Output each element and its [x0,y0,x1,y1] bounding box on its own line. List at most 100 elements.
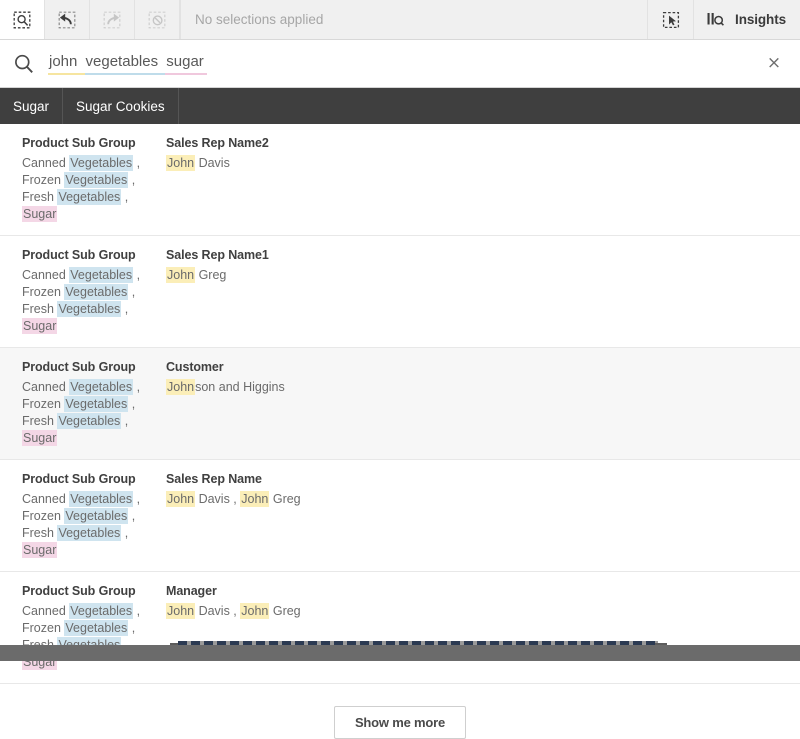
highlighted-term: John [166,379,195,395]
highlighted-term: Sugar [22,430,57,446]
value-text: Frozen [22,509,64,523]
search-input[interactable]: john vegetables sugar [48,53,748,75]
result-row[interactable]: Product Sub GroupCanned Vegetables ,Froz… [0,124,800,236]
value-text: , [121,190,128,204]
result-field: Product Sub Group Canned Vegetables ,Froz… [0,247,166,335]
show-me-more-button[interactable]: Show me more [334,706,466,739]
insights-button[interactable]: Insights [694,0,800,39]
highlighted-term: John [166,267,195,283]
value-text: Canned [22,380,69,394]
highlighted-term: Vegetables [69,491,133,507]
highlighted-term: John [240,603,269,619]
highlighted-term: Vegetables [57,189,121,205]
search-icon-wrap [0,53,48,75]
result-field-values[interactable]: John Greg [166,267,800,284]
result-field: Sales Rep Name1 John Greg [166,247,800,335]
result-field-values[interactable]: Johnson and Higgins [166,379,800,396]
step-forward-icon [102,10,122,30]
value-text: , [133,268,140,282]
result-field-name: Product Sub Group [22,583,166,599]
highlighted-term: Sugar [22,542,57,558]
value-text: , [133,492,140,506]
value-text: Fresh [22,190,57,204]
step-back-icon [57,10,77,30]
tab-sugar[interactable]: Sugar [0,88,63,124]
highlighted-term: Vegetables [69,155,133,171]
value-text: Fresh [22,414,57,428]
highlighted-term: Sugar [22,318,57,334]
result-tabs: SugarSugar Cookies [0,88,800,124]
result-row[interactable]: Product Sub Group Canned Vegetables ,Froz… [0,236,800,348]
value-text: , [128,621,135,635]
value-text: , [128,285,135,299]
value-text: Davis , [195,492,240,506]
bottom-overlay-strip [0,641,800,661]
value-text: Davis [195,156,230,170]
result-field-name: Sales Rep Name2 [166,135,800,151]
selection-tool-icon [661,10,681,30]
selection-search-icon [12,10,32,30]
search-term[interactable]: john [48,53,85,75]
search-term[interactable]: vegetables [85,53,166,75]
clear-search-button[interactable]: × [748,55,800,72]
highlighted-term: John [166,491,195,507]
result-field-values[interactable]: John Davis , John Greg [166,491,800,508]
result-field: Product Sub Group Canned Vegetables , Froz… [0,359,166,447]
clear-selections-button[interactable] [135,0,180,39]
result-row[interactable]: Product Sub GroupCanned Vegetables ,Froz… [0,460,800,572]
value-text: , [121,414,128,428]
search-term[interactable]: sugar [165,53,207,75]
step-forward-button[interactable] [90,0,135,39]
result-field-name: Product Sub Group [22,359,166,375]
close-icon: × [767,55,781,72]
result-field-values[interactable]: Canned Vegetables ,Frozen Vegetables ,Fr… [22,155,166,223]
result-field-name: Sales Rep Name [166,471,800,487]
value-text: Fresh [22,302,57,316]
search-bar[interactable]: john vegetables sugar × [0,40,800,88]
highlighted-term: Vegetables [57,525,121,541]
result-row[interactable]: Product Sub Group Canned Vegetables , Froz… [0,572,800,684]
result-field-name: Product Sub Group [22,471,166,487]
step-back-button[interactable] [45,0,90,39]
result-field: Sales Rep Name John Davis , John Greg [166,471,800,559]
highlighted-term: Vegetables [69,603,133,619]
result-field-name: Product Sub Group [22,247,166,263]
clear-selections-icon [147,10,167,30]
value-text: Canned [22,268,69,282]
value-text: Frozen [22,397,64,411]
result-field: Customer Johnson and Higgins [166,359,800,447]
value-text: Canned [22,156,69,170]
result-field-values[interactable]: Canned Vegetables ,Frozen Vegetables ,Fr… [22,267,166,335]
selection-status: No selections applied [180,0,647,39]
search-icon [13,53,35,75]
highlighted-term: Vegetables [69,379,133,395]
result-field-values[interactable]: Canned Vegetables , Frozen Vegetables , Fr… [22,379,166,447]
selection-search-button[interactable] [0,0,45,39]
value-text: Frozen [22,621,64,635]
value-text: , [133,604,140,618]
value-text: Frozen [22,173,64,187]
highlighted-term: Sugar [22,206,57,222]
result-field-name: Manager [166,583,800,599]
result-row[interactable]: Product Sub Group Canned Vegetables , Froz… [0,348,800,460]
value-text: Davis , [195,604,240,618]
selection-toolbar: No selections applied Insights [0,0,800,40]
result-field-values[interactable]: Canned Vegetables ,Frozen Vegetables ,Fr… [22,491,166,559]
value-text: , [121,526,128,540]
result-field-name: Sales Rep Name1 [166,247,800,263]
tab-sugar-cookies[interactable]: Sugar Cookies [63,88,179,124]
value-text: , [128,397,135,411]
highlighted-term: Vegetables [64,396,128,412]
result-field-name: Customer [166,359,800,375]
highlighted-term: Vegetables [64,508,128,524]
highlighted-term: Vegetables [64,284,128,300]
result-field-values[interactable]: John Davis , John Greg [166,603,800,620]
selection-tool-button[interactable] [648,0,693,39]
toolbar-right-group: Insights [647,0,800,39]
value-text: Canned [22,604,69,618]
result-field-values[interactable]: John Davis [166,155,800,172]
result-field: Sales Rep Name2 John Davis [166,135,800,223]
insights-label: Insights [735,12,786,27]
highlighted-term: Vegetables [64,172,128,188]
value-text: Greg [195,268,226,282]
